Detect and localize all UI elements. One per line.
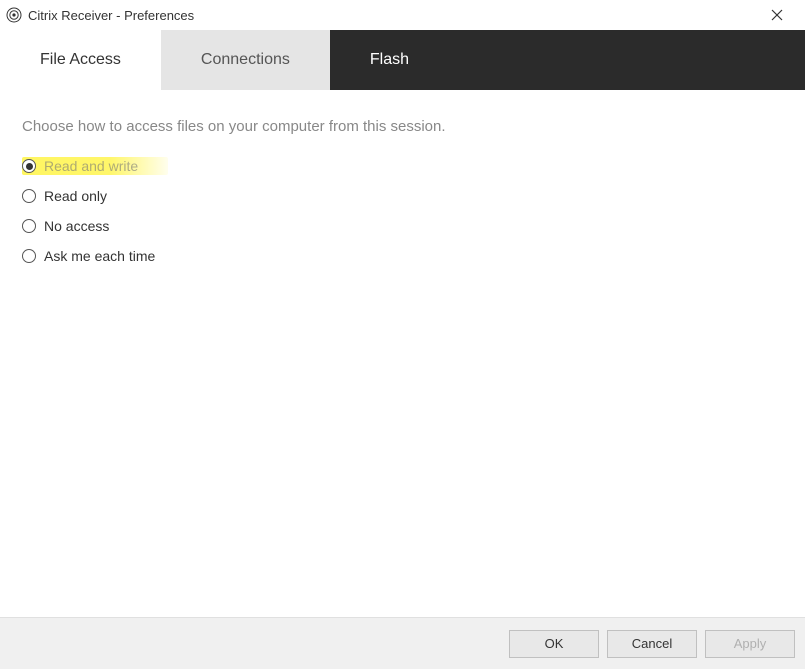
radio-circle-icon [22, 249, 36, 263]
titlebar: Citrix Receiver - Preferences [0, 0, 805, 30]
tab-file-access[interactable]: File Access [0, 30, 161, 90]
radio-label: No access [44, 218, 109, 234]
tab-connections[interactable]: Connections [161, 30, 330, 90]
button-bar: OK Cancel Apply [0, 617, 805, 669]
radio-ask-each-time[interactable]: Ask me each time [22, 247, 783, 265]
titlebar-left: Citrix Receiver - Preferences [6, 7, 194, 23]
radio-read-only[interactable]: Read only [22, 187, 783, 205]
citrix-icon [6, 7, 22, 23]
radio-read-write[interactable]: Read and write [22, 157, 168, 175]
radio-label: Read only [44, 188, 107, 204]
instruction-text: Choose how to access files on your compu… [22, 118, 783, 135]
close-button[interactable] [757, 1, 797, 29]
content-area: Choose how to access files on your compu… [0, 90, 805, 293]
radio-label: Ask me each time [44, 248, 155, 264]
radio-label: Read and write [44, 158, 138, 174]
tab-bar: File Access Connections Flash [0, 30, 805, 90]
file-access-radio-group: Read and write Read only No access Ask m… [22, 157, 783, 265]
tab-label: Connections [201, 51, 290, 69]
ok-button[interactable]: OK [509, 630, 599, 658]
apply-button[interactable]: Apply [705, 630, 795, 658]
radio-no-access[interactable]: No access [22, 217, 783, 235]
tab-label: File Access [40, 51, 121, 69]
radio-circle-icon [22, 159, 36, 173]
tab-flash[interactable]: Flash [330, 30, 449, 90]
tab-label: Flash [370, 51, 409, 69]
radio-circle-icon [22, 189, 36, 203]
radio-circle-icon [22, 219, 36, 233]
cancel-button[interactable]: Cancel [607, 630, 697, 658]
window-title: Citrix Receiver - Preferences [28, 8, 194, 23]
